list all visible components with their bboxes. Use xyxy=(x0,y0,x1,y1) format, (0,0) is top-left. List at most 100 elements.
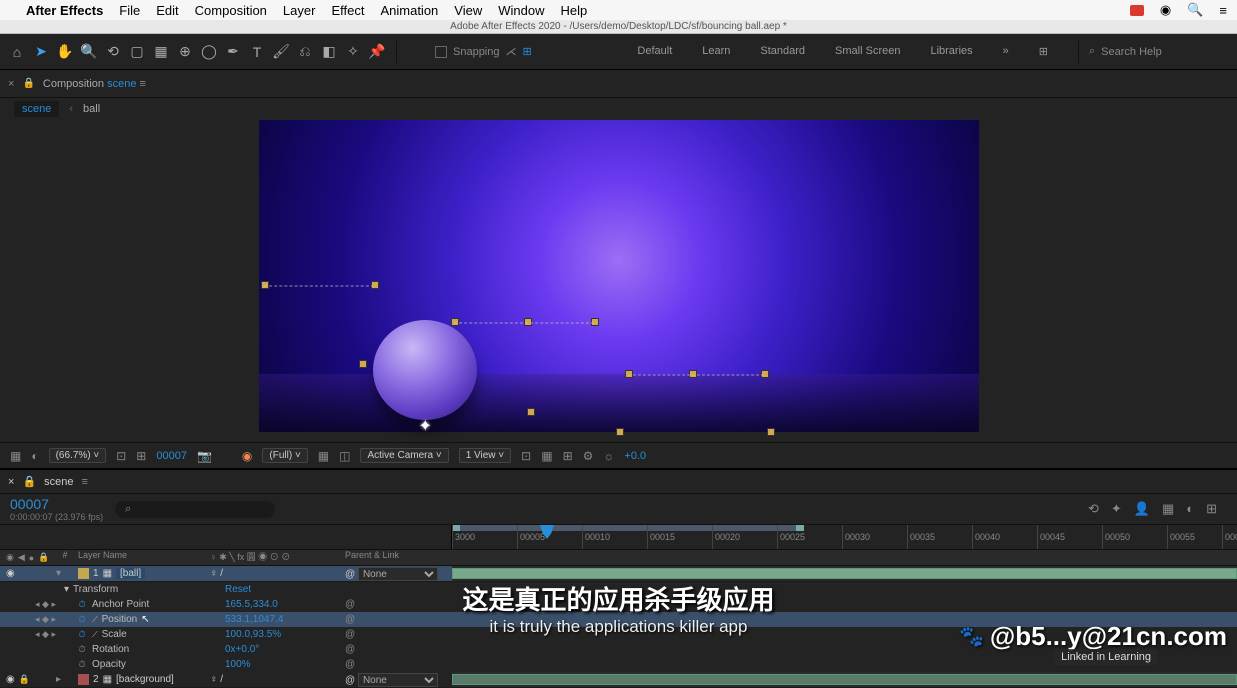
twirl-icon[interactable]: ▸ xyxy=(56,674,61,685)
layer-duration-bar[interactable] xyxy=(452,674,1237,685)
timeline-search-input[interactable]: ⌕ xyxy=(115,501,275,518)
keyframe-nav[interactable]: ◂ ◆ ▸ xyxy=(35,629,56,640)
layer-name[interactable]: [ball] xyxy=(116,568,145,579)
stopwatch-icon[interactable]: ⏱ xyxy=(76,614,88,626)
stopwatch-icon[interactable]: ⏱ xyxy=(76,659,88,671)
menu-window[interactable]: Window xyxy=(498,3,544,18)
menu-edit[interactable]: Edit xyxy=(156,3,178,18)
color-icon[interactable]: ◉ xyxy=(242,449,252,463)
workspace-overflow-icon[interactable]: » xyxy=(1003,45,1009,58)
work-area-bar[interactable] xyxy=(452,525,802,531)
rotate-tool-icon[interactable]: ▢ xyxy=(128,43,146,61)
composition-preview[interactable]: ✦ xyxy=(259,120,979,432)
camera-dropdown[interactable]: Active Camera ˅ xyxy=(360,448,448,463)
brush-tool-icon[interactable]: 🖌 xyxy=(272,43,290,61)
audio-col-icon[interactable]: ◀ xyxy=(18,552,25,563)
layer-label-color[interactable] xyxy=(78,674,89,685)
menu-effect[interactable]: Effect xyxy=(331,3,364,18)
current-frame[interactable]: 00007 xyxy=(156,450,187,462)
snapping-checkbox[interactable] xyxy=(435,46,447,58)
pen-tool-icon[interactable]: ✒ xyxy=(224,43,242,61)
mask-icon[interactable]: ◫ xyxy=(339,449,350,463)
prop-opacity[interactable]: ⏱ Opacity 100% @ xyxy=(0,657,1237,672)
home-icon[interactable]: ⌂ xyxy=(8,43,26,61)
layer-name-header[interactable]: Layer Name xyxy=(74,550,206,565)
workspace-panel-icon[interactable]: ⊞ xyxy=(1039,45,1048,58)
pickwhip-icon[interactable]: @ xyxy=(345,675,355,686)
link-icon[interactable]: @ xyxy=(345,644,355,655)
frame-blend-icon[interactable]: ▦ xyxy=(1162,501,1174,517)
camera-tool-icon[interactable]: ▦ xyxy=(152,43,170,61)
panel-close-icon[interactable]: × xyxy=(8,78,14,90)
shape-tool-icon[interactable]: ◯ xyxy=(200,43,218,61)
visibility-toggle[interactable]: ◉ xyxy=(6,568,15,579)
zoom-dropdown[interactable]: (66.7%) ˅ xyxy=(49,448,107,463)
layer-name[interactable]: [background] xyxy=(116,674,174,685)
timeline-tab-menu-icon[interactable]: ≡ xyxy=(82,476,88,488)
breadcrumb-ball[interactable]: ball xyxy=(83,103,100,115)
comp-mini-flowchart-icon[interactable]: ⟲ xyxy=(1088,501,1099,517)
resolution-dropdown[interactable]: (Full) ˅ xyxy=(262,448,307,463)
roto-tool-icon[interactable]: ✧ xyxy=(344,43,362,61)
menu-animation[interactable]: Animation xyxy=(380,3,438,18)
eraser-tool-icon[interactable]: ◧ xyxy=(320,43,338,61)
view-opt2-icon[interactable]: ▦ xyxy=(541,449,552,463)
stopwatch-icon[interactable]: ⏱ xyxy=(76,629,88,641)
workspace-learn[interactable]: Learn xyxy=(702,45,730,58)
eye-col-icon[interactable]: ◉ xyxy=(6,552,14,563)
clone-tool-icon[interactable]: ⎌ xyxy=(296,43,314,61)
menu-view[interactable]: View xyxy=(454,3,482,18)
view-opt3-icon[interactable]: ⊞ xyxy=(563,449,573,463)
region-icon[interactable]: ▦ xyxy=(10,449,21,463)
menu-layer[interactable]: Layer xyxy=(283,3,316,18)
pickwhip-icon[interactable]: @ xyxy=(345,569,355,580)
ball-layer[interactable] xyxy=(373,320,477,420)
link-icon[interactable]: @ xyxy=(345,599,355,610)
parent-dropdown[interactable]: None xyxy=(358,567,438,581)
anchor-point-icon[interactable]: ✦ xyxy=(419,416,432,436)
puppet-tool-icon[interactable]: 📌 xyxy=(368,43,386,61)
link-icon[interactable]: @ xyxy=(345,659,355,670)
panel-lock-icon[interactable]: 🔒 xyxy=(22,78,34,89)
solo-col-icon[interactable]: ● xyxy=(29,553,34,563)
layer-row-background[interactable]: ◉ 🔒 ▸ 2 ▦ [background] ♀ / @ None xyxy=(0,672,1237,688)
app-name[interactable]: After Effects xyxy=(26,3,103,18)
parent-header[interactable]: Parent & Link xyxy=(341,550,452,565)
cc-icon[interactable]: ◉ xyxy=(1160,2,1171,18)
snapshot-icon[interactable]: 📷 xyxy=(197,449,212,463)
layer-duration-bar[interactable] xyxy=(452,568,1237,579)
breadcrumb-scene[interactable]: scene xyxy=(14,101,59,117)
search-icon[interactable]: 🔍 xyxy=(1187,2,1203,18)
exposure-icon[interactable]: ☼ xyxy=(603,449,614,463)
twirl-icon[interactable]: ▾ xyxy=(56,568,61,579)
current-timecode[interactable]: 00007 xyxy=(10,496,98,512)
keyframe-nav[interactable]: ◂ ◆ ▸ xyxy=(35,599,56,610)
timeline-close-icon[interactable]: × xyxy=(8,476,14,488)
transparency-icon[interactable]: ▦ xyxy=(318,449,329,463)
graph-editor-icon[interactable]: ⊞ xyxy=(1206,501,1217,517)
stopwatch-icon[interactable]: ⏱ xyxy=(76,599,88,611)
hand-tool-icon[interactable]: ✋ xyxy=(56,43,74,61)
stopwatch-icon[interactable]: ⏱ xyxy=(76,644,88,656)
pan-behind-tool-icon[interactable]: ⊕ xyxy=(176,43,194,61)
view-opt4-icon[interactable]: ⚙ xyxy=(583,449,594,463)
motion-blur-icon[interactable]: ◐ xyxy=(1186,501,1194,517)
menu-extra-icon[interactable]: ≡ xyxy=(1219,3,1227,18)
orbit-tool-icon[interactable]: ⟲ xyxy=(104,43,122,61)
time-ruler[interactable]: 3000 00005 00010 00015 00020 00025 00030… xyxy=(452,525,1237,549)
snap-opt-icon[interactable]: ⋌ xyxy=(506,45,517,58)
type-tool-icon[interactable]: T xyxy=(248,43,266,61)
timeline-tab-scene[interactable]: scene xyxy=(44,476,73,488)
workspace-standard[interactable]: Standard xyxy=(760,45,805,58)
zoom-tool-icon[interactable]: 🔍 xyxy=(80,43,98,61)
motion-handle[interactable] xyxy=(616,428,624,436)
motion-handle[interactable] xyxy=(767,428,775,436)
parent-dropdown[interactable]: None xyxy=(358,673,438,687)
menu-help[interactable]: Help xyxy=(560,3,587,18)
lock-toggle[interactable]: 🔒 xyxy=(19,674,30,685)
alpha-icon[interactable]: ◐ xyxy=(31,449,38,463)
help-search-input[interactable]: Search Help xyxy=(1101,46,1162,58)
twirl-transform-icon[interactable]: ▾ xyxy=(64,584,69,595)
timeline-lock-icon[interactable]: 🔒 xyxy=(22,475,36,488)
view-opt-icon[interactable]: ⊡ xyxy=(521,449,531,463)
